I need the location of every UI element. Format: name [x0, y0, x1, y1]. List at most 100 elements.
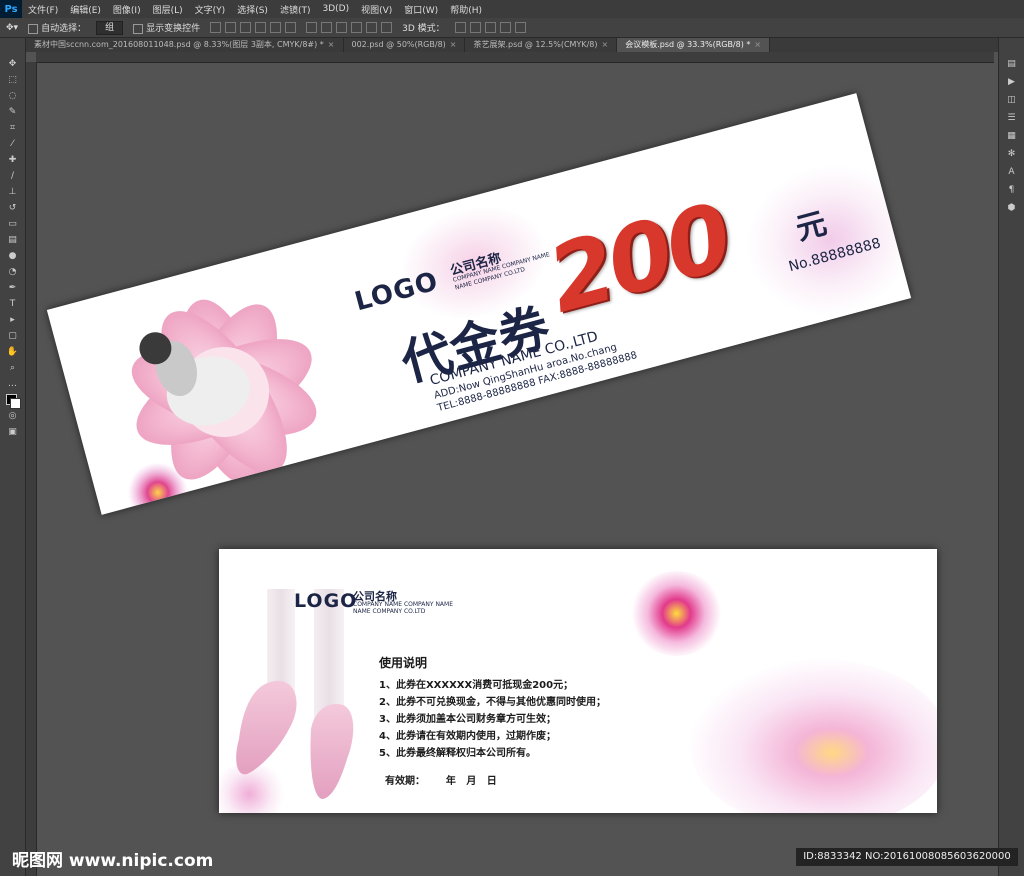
flower-decoration — [629, 571, 724, 656]
voucher-back[interactable]: LOGO 公司名称 COMPANY NAME COMPANY NAME NAME… — [219, 549, 937, 813]
image-id-watermark: ID:8833342 NO:20161008085603620000 — [796, 848, 1018, 866]
group-select[interactable]: 组 — [96, 20, 124, 35]
distribute-icon[interactable] — [351, 22, 363, 33]
3d-pan-icon[interactable] — [484, 22, 496, 33]
close-icon[interactable]: × — [754, 40, 761, 49]
paragraph-panel-icon[interactable]: ¶ — [1005, 184, 1019, 196]
menu-layer[interactable]: 图层(L) — [147, 3, 189, 16]
checkbox-icon — [133, 23, 144, 34]
flower-decoration — [689, 659, 937, 813]
dodge-tool-icon[interactable]: ◔ — [6, 266, 20, 278]
auto-select-checkbox[interactable]: 自动选择： — [28, 21, 86, 34]
3d-scale-icon[interactable] — [514, 22, 526, 33]
swatches-panel-icon[interactable]: ▦ — [1005, 130, 1019, 142]
menu-view[interactable]: 视图(V) — [355, 3, 398, 16]
adjust-panel-icon[interactable]: ◫ — [1005, 94, 1019, 106]
auto-select-label: 自动选择： — [41, 24, 87, 34]
move-tool-icon[interactable]: ✥▾ — [6, 23, 18, 33]
marquee-tool-icon[interactable]: ⬚ — [6, 74, 20, 86]
distribute-icon[interactable] — [321, 22, 333, 33]
color-swatches-icon[interactable] — [5, 394, 21, 409]
blur-tool-icon[interactable]: ● — [6, 250, 20, 262]
close-icon[interactable]: × — [450, 40, 457, 49]
more-tools-icon[interactable]: … — [6, 378, 20, 390]
horizontal-ruler[interactable] — [36, 52, 994, 63]
company-subline-2: NAME COMPANY CO.LTD — [353, 608, 426, 615]
align-right-icon[interactable] — [285, 22, 297, 33]
tab-document-2[interactable]: 002.psd @ 50%(RGB/8) × — [344, 38, 466, 52]
properties-panel-icon[interactable]: ☰ — [1005, 112, 1019, 124]
quick-select-tool-icon[interactable]: ✎ — [6, 106, 20, 118]
distribute-icon[interactable] — [336, 22, 348, 33]
path-select-tool-icon[interactable]: ▸ — [6, 314, 20, 326]
history-panel-icon[interactable]: ▤ — [1005, 58, 1019, 70]
character-panel-icon[interactable]: A — [1005, 166, 1019, 178]
checkbox-icon — [28, 23, 39, 34]
crop-tool-icon[interactable]: ⌗ — [6, 122, 20, 134]
brushes-panel-icon[interactable]: ✻ — [1005, 148, 1019, 160]
3d-mode-buttons — [454, 22, 526, 33]
3d-panel-icon[interactable]: ⬢ — [1005, 202, 1019, 214]
voucher-front[interactable]: LOGO 公司名称 COMPANY NAME COMPANY NAME NAME… — [46, 93, 912, 515]
menu-filter[interactable]: 滤镜(T) — [274, 3, 317, 16]
tab-label: 素材中国sccnn.com_2016080110​48.psd @ 8.33%(… — [34, 40, 324, 49]
pen-tool-icon[interactable]: ✒ — [6, 282, 20, 294]
type-tool-icon[interactable]: T — [6, 298, 20, 310]
menu-window[interactable]: 窗口(W) — [398, 3, 444, 16]
stamp-tool-icon[interactable]: ⊥ — [6, 186, 20, 198]
tools-panel: ✥ ⬚ ◌ ✎ ⌗ ⁄ ✚ ∕ ⊥ ↺ ▭ ▤ ● ◔ ✒ T ▸ ▢ ✋ ⌕ … — [0, 38, 26, 876]
menu-bar: Ps 文件(F) 编辑(E) 图像(I) 图层(L) 文字(Y) 选择(S) 滤… — [0, 0, 1024, 18]
align-buttons — [210, 22, 297, 33]
align-top-icon[interactable] — [210, 22, 222, 33]
tab-document-3[interactable]: 茶艺展架.psd @ 12.5%(CMYK/8) × — [465, 38, 618, 52]
3d-slide-icon[interactable] — [499, 22, 511, 33]
menu-3d[interactable]: 3D(D) — [316, 4, 355, 14]
voucher-amount: 200 — [537, 183, 740, 334]
usage-instructions: 使用说明 1、此券在XXXXXX消费可抵现金200元； 2、此券不可兑换现金，不… — [379, 654, 606, 762]
3d-roll-icon[interactable] — [469, 22, 481, 33]
vertical-ruler[interactable] — [26, 62, 37, 876]
menu-image[interactable]: 图像(I) — [107, 3, 147, 16]
company-logo: LOGO — [294, 590, 358, 612]
distribute-icon[interactable] — [381, 22, 393, 33]
menu-type[interactable]: 文字(Y) — [189, 3, 232, 16]
move-tool-icon[interactable]: ✥ — [6, 58, 20, 70]
distribute-icon[interactable] — [366, 22, 378, 33]
lasso-tool-icon[interactable]: ◌ — [6, 90, 20, 102]
screen-mode-icon[interactable]: ▣ — [6, 426, 20, 438]
gradient-tool-icon[interactable]: ▤ — [6, 234, 20, 246]
align-bottom-icon[interactable] — [240, 22, 252, 33]
eyedropper-tool-icon[interactable]: ⁄ — [6, 138, 20, 150]
instructions-heading: 使用说明 — [379, 656, 428, 670]
photoshop-logo-icon: Ps — [0, 0, 22, 18]
align-hcenter-icon[interactable] — [270, 22, 282, 33]
tab-label: 茶艺展架.psd @ 12.5%(CMYK/8) — [473, 40, 598, 49]
dancer-flower-image — [127, 299, 317, 515]
zoom-tool-icon[interactable]: ⌕ — [6, 362, 20, 374]
close-icon[interactable]: × — [328, 40, 335, 49]
shape-tool-icon[interactable]: ▢ — [6, 330, 20, 342]
ballet-shoes-image — [236, 589, 354, 799]
instruction-item: 5、此券最终解释权归本公司所有。 — [379, 748, 536, 759]
eraser-tool-icon[interactable]: ▭ — [6, 218, 20, 230]
distribute-icon[interactable] — [306, 22, 318, 33]
align-vcenter-icon[interactable] — [225, 22, 237, 33]
menu-file[interactable]: 文件(F) — [22, 3, 64, 16]
hand-tool-icon[interactable]: ✋ — [6, 346, 20, 358]
transform-controls-checkbox[interactable]: 显示变换控件 — [133, 21, 200, 34]
actions-panel-icon[interactable]: ▶ — [1005, 76, 1019, 88]
instruction-item: 3、此券须加盖本公司财务章方可生效； — [379, 714, 556, 725]
tab-document-4-active[interactable]: 会议模板.psd @ 33.3%(RGB/8) * × — [617, 38, 771, 52]
healing-tool-icon[interactable]: ✚ — [6, 154, 20, 166]
menu-edit[interactable]: 编辑(E) — [64, 3, 107, 16]
brush-tool-icon[interactable]: ∕ — [6, 170, 20, 182]
menu-help[interactable]: 帮助(H) — [444, 3, 488, 16]
align-left-icon[interactable] — [255, 22, 267, 33]
quick-mask-icon[interactable]: ◎ — [6, 410, 20, 422]
close-icon[interactable]: × — [602, 40, 609, 49]
3d-rotate-icon[interactable] — [454, 22, 466, 33]
menu-select[interactable]: 选择(S) — [231, 3, 274, 16]
instruction-item: 2、此券不可兑换现金，不得与其他优惠同时使用； — [379, 697, 606, 708]
history-brush-icon[interactable]: ↺ — [6, 202, 20, 214]
tab-document-1[interactable]: 素材中国sccnn.com_2016080110​48.psd @ 8.33%(… — [26, 38, 344, 52]
